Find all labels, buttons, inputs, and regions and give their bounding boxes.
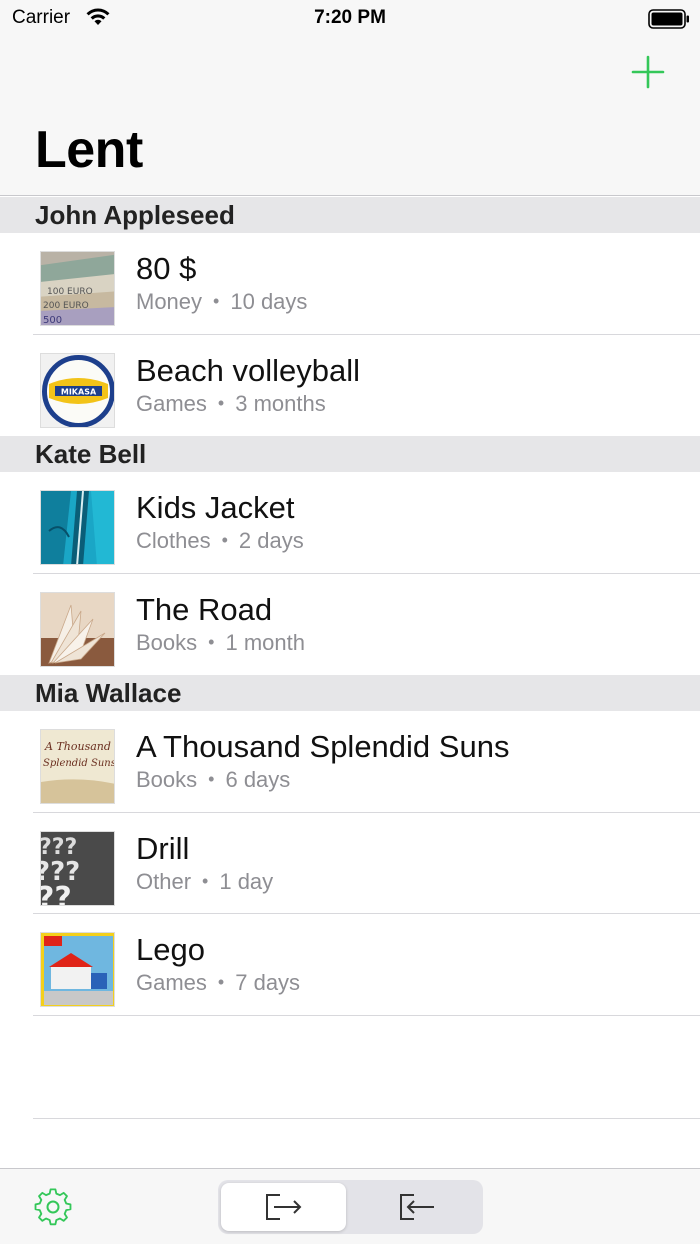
settings-button[interactable]: [33, 1187, 73, 1227]
section-header: Mia Wallace: [0, 675, 700, 711]
item-title: Beach volleyball: [136, 352, 361, 388]
section-header: Kate Bell: [0, 436, 700, 472]
item-subtitle: Clothes • 2 days: [136, 528, 304, 554]
segment-lent[interactable]: [221, 1183, 346, 1231]
svg-text:MIKASA: MIKASA: [61, 387, 97, 396]
separator-dot: •: [208, 769, 215, 789]
question-marks-thumbnail: ??? ??? ??: [40, 830, 115, 906]
item-duration: 3 months: [235, 390, 326, 416]
svg-text:Splendid Suns: Splendid Suns: [43, 758, 115, 769]
separator-dot: •: [213, 291, 220, 311]
item-category: Games: [136, 390, 207, 416]
item-title: A Thousand Splendid Suns: [136, 729, 510, 764]
svg-text:200 EURO: 200 EURO: [43, 301, 89, 311]
book-cover-thumbnail: A Thousand Splendid Suns: [40, 729, 115, 804]
page-title: Lent: [35, 121, 143, 179]
item-duration: 1 day: [219, 868, 274, 894]
item-duration: 6 days: [225, 767, 291, 792]
list-item[interactable]: Lego Games • 7 days: [0, 914, 700, 1016]
add-button[interactable]: [630, 54, 666, 90]
item-subtitle: Games • 7 days: [136, 970, 300, 996]
battery-icon: [648, 9, 689, 29]
borrowed-in-icon: [399, 1194, 434, 1220]
item-duration: 10 days: [230, 289, 308, 314]
item-category: Books: [136, 629, 198, 655]
item-title: 80 $: [136, 251, 197, 286]
lego-box-thumbnail: [40, 932, 115, 1007]
banknotes-thumbnail: 100 EURO 200 EURO 500: [40, 251, 115, 326]
item-duration: 7 days: [235, 970, 301, 995]
jacket-thumbnail: [40, 490, 115, 565]
empty-row-separator: [33, 1118, 700, 1119]
item-duration: 2 days: [238, 528, 304, 553]
bottom-toolbar: [0, 1168, 700, 1244]
separator-dot: •: [202, 870, 209, 891]
section-header: John Appleseed: [0, 197, 700, 233]
item-category: Other: [136, 868, 192, 894]
item-subtitle: Money • 10 days: [136, 289, 307, 315]
segment-borrowed[interactable]: [355, 1183, 480, 1231]
separator-dot: •: [217, 392, 225, 413]
status-bar: Carrier 7:20 PM: [0, 0, 700, 40]
plus-icon: [631, 55, 665, 89]
list-item[interactable]: The Road Books • 1 month: [0, 574, 700, 676]
separator-dot: •: [208, 631, 215, 652]
list-item[interactable]: MIKASA Beach volleyball Games • 3 months: [0, 335, 700, 437]
list-item[interactable]: A Thousand Splendid Suns A Thousand Sple…: [0, 711, 700, 813]
list-item[interactable]: ??? ??? ?? Drill Other • 1 day: [0, 813, 700, 915]
item-subtitle: Books • 1 month: [136, 630, 305, 656]
svg-text:A Thousand: A Thousand: [44, 740, 111, 753]
item-title: The Road: [136, 591, 273, 627]
status-time: 7:20 PM: [314, 7, 386, 28]
lent-borrowed-segmented-control: [218, 1180, 483, 1234]
item-subtitle: Other • 1 day: [136, 869, 273, 895]
svg-text:??: ??: [41, 881, 72, 906]
item-category: Clothes: [136, 528, 211, 553]
separator-dot: •: [217, 972, 225, 992]
item-subtitle: Books • 6 days: [136, 767, 290, 793]
item-duration: 1 month: [225, 629, 305, 655]
list-item[interactable]: Kids Jacket Clothes • 2 days: [0, 472, 700, 574]
navigation-bar: Lent: [0, 40, 700, 196]
item-category: Books: [136, 767, 198, 792]
item-title: Kids Jacket: [136, 490, 295, 525]
svg-text:500: 500: [43, 315, 62, 326]
list-item[interactable]: 100 EURO 200 EURO 500 80 $ Money • 10 days: [0, 233, 700, 335]
gear-icon: [34, 1188, 72, 1226]
svg-text:100 EURO: 100 EURO: [47, 287, 93, 297]
open-book-thumbnail: [40, 591, 115, 667]
item-title: Lego: [136, 932, 205, 967]
item-category: Games: [136, 970, 207, 995]
item-title: Drill: [136, 830, 190, 866]
item-subtitle: Games • 3 months: [136, 391, 326, 417]
separator-dot: •: [221, 530, 228, 550]
volleyball-thumbnail: MIKASA: [40, 352, 115, 428]
lent-items-list: John Appleseed 100 EURO 200 EURO 500 80 …: [0, 197, 700, 1016]
item-category: Money: [136, 289, 203, 314]
lent-out-icon: [265, 1194, 301, 1220]
